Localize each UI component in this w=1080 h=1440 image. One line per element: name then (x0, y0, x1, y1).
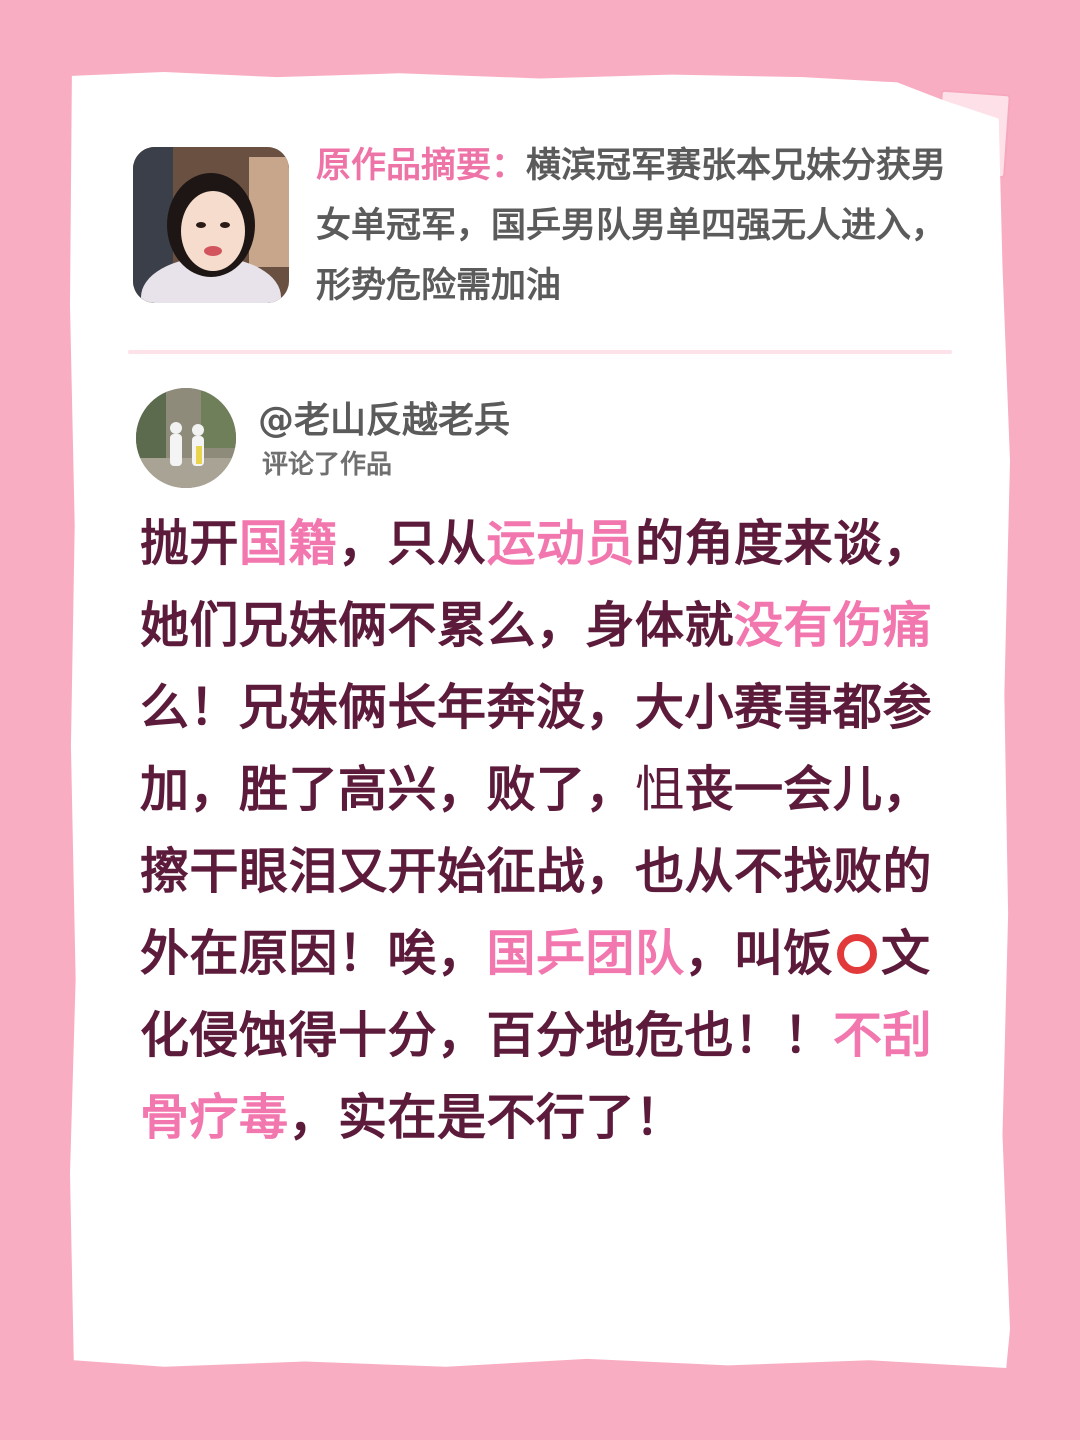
comment-action-label: 评论了作品 (262, 450, 393, 480)
comment-segment: ，实在是不行了！ (288, 1089, 685, 1146)
comment-segment: ，只从 (338, 515, 487, 572)
comment-highlight: 国乒团队 (486, 925, 685, 982)
comment-highlight: 国籍 (239, 515, 339, 572)
comment-segment: ，叫饭 (684, 925, 834, 982)
original-work-thumbnail[interactable] (133, 147, 289, 303)
comment-body: 抛开国籍，只从运动员的角度来谈，她们兄妹俩不累么，身体就没有伤痛么！兄妹俩长年奔… (140, 503, 940, 1159)
section-divider (128, 350, 952, 354)
avatar-image (136, 388, 236, 488)
commenter-username[interactable]: @老山反越老兵 (258, 398, 510, 444)
comment-segment: 抛开 (140, 515, 240, 572)
comment-highlight: 没有伤痛 (734, 597, 933, 654)
summary-label: 原作品摘要： (316, 146, 527, 186)
comment-highlight: 运动员 (486, 515, 636, 572)
thumbnail-image (133, 147, 289, 303)
comment-segment: 怚 (635, 761, 685, 818)
original-work-summary: 原作品摘要：横滨冠军赛张本兄妹分获男女单冠军，国乒男队男单四强无人进入，形势危险… (316, 136, 956, 316)
red-circle-icon (837, 934, 878, 974)
commenter-avatar[interactable] (136, 388, 236, 488)
